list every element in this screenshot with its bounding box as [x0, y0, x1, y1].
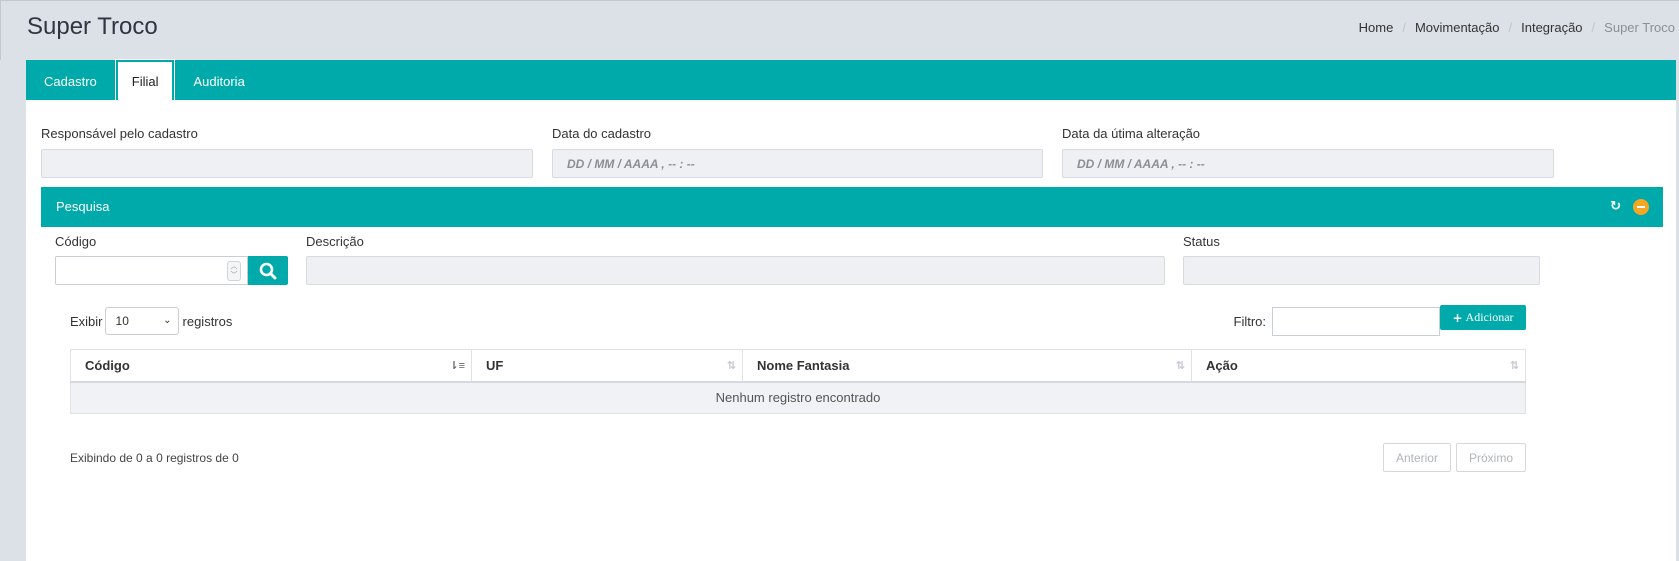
- previous-button[interactable]: Anterior: [1382, 443, 1451, 472]
- search-button[interactable]: [248, 256, 288, 285]
- codigo-label: Código: [55, 234, 97, 249]
- codigo-input[interactable]: ︿ ﹀: [55, 256, 248, 285]
- page-title: Super Troco: [27, 13, 158, 40]
- responsavel-label: Responsável pelo cadastro: [41, 126, 198, 141]
- responsavel-input[interactable]: [41, 149, 533, 178]
- show-label: Exibir: [70, 313, 103, 329]
- page-length-select[interactable]: 10 ⌄: [104, 307, 179, 335]
- data-cadastro-label: Data do cadastro: [552, 126, 652, 141]
- column-header-nome-fantasia[interactable]: Nome Fantasia ⇅: [742, 349, 1192, 383]
- data-alteracao-field: Data da útima alteração DD / MM / AAAA ,…: [1062, 126, 1554, 178]
- filter-input[interactable]: [1272, 307, 1440, 336]
- column-header-acao[interactable]: Ação ⇅: [1191, 349, 1526, 383]
- pagination: Anterior Próximo: [1382, 443, 1526, 472]
- sort-icon: ⇅: [726, 360, 736, 372]
- column-label: Nome Fantasia: [757, 357, 850, 373]
- descricao-label: Descrição: [306, 234, 364, 249]
- data-alteracao-input[interactable]: DD / MM / AAAA , -- : --: [1062, 149, 1554, 178]
- responsavel-field: Responsável pelo cadastro: [41, 126, 533, 178]
- breadcrumb-separator: /: [1402, 20, 1406, 35]
- chevron-down-icon: ⌄: [163, 315, 172, 326]
- column-label: Código: [85, 357, 130, 373]
- sort-asc-icon: ⇂≡: [449, 360, 465, 372]
- collapse-icon[interactable]: [1633, 199, 1649, 215]
- data-cadastro-field: Data do cadastro DD / MM / AAAA , -- : -…: [552, 126, 1043, 178]
- status-input[interactable]: [1183, 256, 1540, 285]
- results-table: Código ⇂≡ UF ⇅ Nome Fantasia ⇅ Ação ⇅ Ne…: [70, 349, 1526, 414]
- breadcrumb-separator: /: [1508, 20, 1513, 35]
- records-label: registros: [182, 313, 233, 329]
- breadcrumb-integracao[interactable]: Integração: [1521, 20, 1582, 35]
- breadcrumb-current: Super Troco: [1604, 20, 1675, 35]
- status-label: Status: [1183, 234, 1220, 249]
- breadcrumb-home[interactable]: Home: [1359, 20, 1394, 35]
- sort-icon: ⇅: [1509, 360, 1519, 372]
- main-panel: Cadastro Filial Auditoria Responsável pe…: [26, 59, 1676, 561]
- table-header-row: Código ⇂≡ UF ⇅ Nome Fantasia ⇅ Ação ⇅: [70, 349, 1526, 383]
- pesquisa-title: Pesquisa: [56, 199, 110, 214]
- descricao-input[interactable]: [306, 256, 1165, 285]
- column-label: Ação: [1206, 357, 1238, 373]
- search-icon: [259, 262, 277, 280]
- tab-filial[interactable]: Filial: [114, 59, 176, 101]
- refresh-icon[interactable]: ↻: [1610, 198, 1621, 214]
- number-spinner[interactable]: ︿ ﹀: [227, 261, 241, 281]
- data-cadastro-input[interactable]: DD / MM / AAAA , -- : --: [552, 149, 1043, 178]
- breadcrumb-movimentacao[interactable]: Movimentação: [1415, 20, 1500, 35]
- data-alteracao-label: Data da útima alteração: [1062, 126, 1201, 141]
- column-header-uf[interactable]: UF ⇅: [471, 349, 743, 383]
- page-header: Super Troco Home / Movimentação / Integr…: [0, 0, 1679, 60]
- tab-cadastro[interactable]: Cadastro: [30, 62, 111, 100]
- breadcrumb-separator: /: [1591, 20, 1596, 35]
- column-label: UF: [486, 357, 504, 373]
- table-info: Exibindo de 0 a 0 registros de 0: [70, 451, 239, 465]
- page-length-value: 10: [115, 314, 129, 328]
- tab-auditoria[interactable]: Auditoria: [179, 62, 258, 100]
- page-length-control: Exibir 10 ⌄ registros: [70, 307, 232, 335]
- pesquisa-header: Pesquisa ↻: [41, 187, 1663, 227]
- column-header-codigo[interactable]: Código ⇂≡: [70, 349, 472, 383]
- add-button[interactable]: + Adicionar: [1440, 305, 1526, 330]
- table-row: Nenhum registro encontrado: [70, 381, 1526, 414]
- status-field: Status: [1183, 234, 1540, 285]
- filter-label: Filtro:: [1233, 314, 1267, 329]
- add-button-label: Adicionar: [1465, 310, 1514, 324]
- filter-control: Filtro:: [1233, 307, 1440, 336]
- codigo-field: Código ︿ ﹀: [55, 234, 288, 285]
- tab-bar: Cadastro Filial Auditoria: [26, 59, 1676, 101]
- descricao-field: Descrição: [306, 234, 1165, 285]
- breadcrumb: Home / Movimentação / Integração / Super…: [1359, 20, 1675, 35]
- next-button[interactable]: Próximo: [1455, 443, 1526, 472]
- plus-icon: +: [1452, 310, 1463, 325]
- sort-icon: ⇅: [1175, 360, 1185, 372]
- empty-message: Nenhum registro encontrado: [70, 381, 1526, 414]
